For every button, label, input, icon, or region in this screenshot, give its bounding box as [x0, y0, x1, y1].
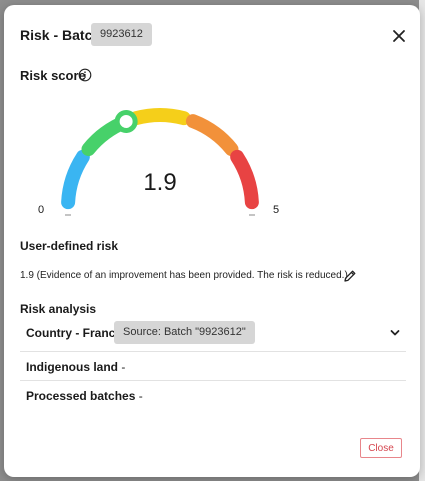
- risk-row-title: Processed batches -: [26, 389, 143, 403]
- gauge-segment: [230, 149, 259, 210]
- risk-row-title: Indigenous land -: [26, 360, 125, 374]
- risk-row-country[interactable]: Country - France Source: Batch "9923612": [20, 319, 406, 347]
- gauge-segment: [129, 108, 191, 126]
- gauge-segment: [61, 149, 90, 210]
- gauge-min-label: 0: [38, 204, 45, 216]
- risk-row-processed-batches[interactable]: Processed batches -: [20, 382, 406, 410]
- gauge-max-label: 5: [273, 204, 280, 216]
- gauge-marker: [114, 109, 138, 133]
- risk-row-title-text: Indigenous land: [26, 360, 118, 374]
- risk-row-value: -: [118, 360, 126, 374]
- risk-gauge: [61, 108, 259, 216]
- gauge-segment: [185, 114, 239, 157]
- risk-analysis-label: Risk analysis: [20, 302, 97, 316]
- risk-modal: Risk - Batch 9923612 Risk score 1.9 0 5 …: [4, 5, 420, 477]
- source-chip: Source: Batch "9923612": [114, 321, 255, 344]
- risk-row-title-text: Processed batches: [26, 389, 136, 403]
- divider: [20, 351, 406, 352]
- chevron-down-icon[interactable]: [390, 328, 400, 338]
- close-button[interactable]: Close: [360, 438, 402, 458]
- risk-row-indigenous-land[interactable]: Indigenous land -: [20, 353, 406, 381]
- user-defined-risk-label: User-defined risk: [20, 239, 119, 253]
- divider: [20, 380, 406, 381]
- risk-row-value: -: [135, 389, 143, 403]
- gauge-value: 1.9: [143, 169, 177, 196]
- risk-row-title: Country - France: [26, 326, 123, 340]
- user-defined-risk-text: 1.9 (Evidence of an improvement has been…: [20, 270, 348, 281]
- pencil-icon[interactable]: [343, 269, 357, 283]
